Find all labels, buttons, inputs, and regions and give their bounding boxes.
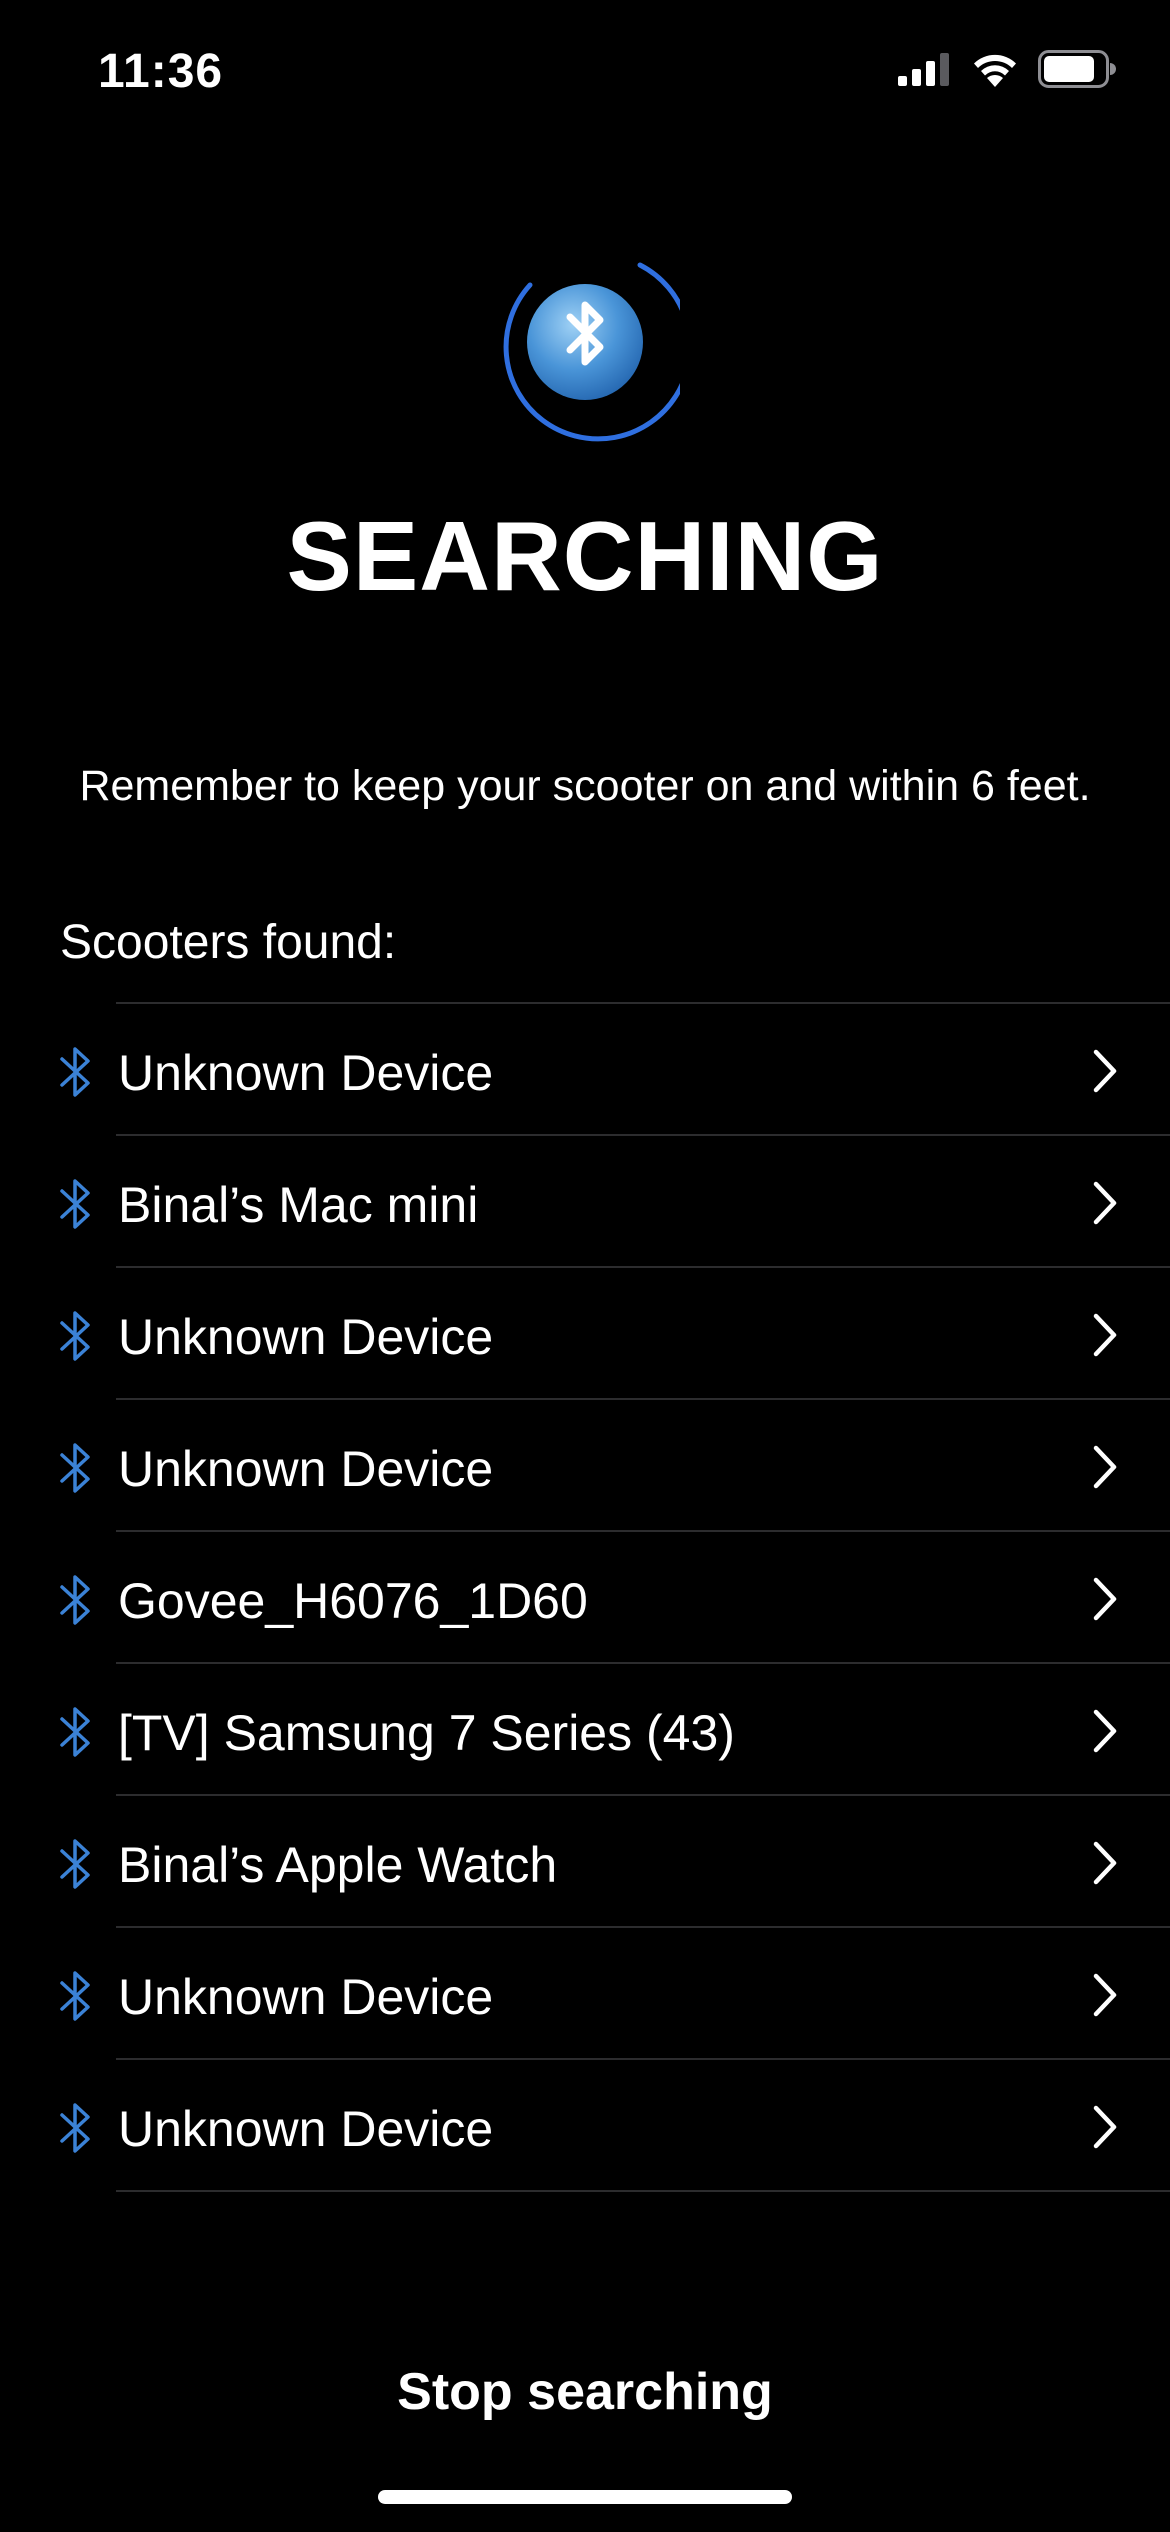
device-row[interactable]: Govee_H6076_1D60 — [0, 1532, 1170, 1664]
chevron-right-icon — [1093, 1841, 1117, 1885]
page-title: SEARCHING — [286, 501, 884, 611]
bluetooth-search-icon — [503, 262, 680, 442]
device-row[interactable]: Binal’s Apple Watch — [0, 1796, 1170, 1928]
device-name: Unknown Device — [118, 1441, 494, 1497]
device-name: [TV] Samsung 7 Series (43) — [118, 1705, 735, 1761]
device-list[interactable]: [TV] Samsung 7 Series (50) Unknown Device… — [0, 992, 1170, 2264]
bluetooth-icon — [60, 1707, 90, 1757]
device-name: Govee_H6076_1D60 — [118, 1573, 588, 1629]
bluetooth-icon — [60, 1971, 90, 2021]
home-indicator[interactable] — [378, 2490, 792, 2504]
device-list-content: [TV] Samsung 7 Series (50) Unknown Device… — [0, 992, 1170, 2192]
device-name: Unknown Device — [118, 1045, 494, 1101]
device-row[interactable]: Unknown Device — [0, 1400, 1170, 1532]
device-row[interactable]: Binal’s Mac mini — [0, 1136, 1170, 1268]
chevron-right-icon — [1093, 1313, 1117, 1357]
row-divider — [116, 2190, 1170, 2192]
status-icons — [898, 50, 1116, 88]
device-row[interactable]: Unknown Device — [0, 1928, 1170, 2060]
bluetooth-icon — [60, 1047, 90, 1097]
stop-searching-button[interactable]: Stop searching — [0, 2362, 1170, 2422]
device-row[interactable]: Unknown Device — [0, 1268, 1170, 1400]
chevron-right-icon — [1093, 1709, 1117, 1753]
chevron-right-icon — [1093, 1577, 1117, 1621]
scooters-found-label: Scooters found: — [60, 916, 397, 969]
chevron-right-icon — [1093, 1445, 1117, 1489]
bluetooth-icon — [60, 1179, 90, 1229]
bluetooth-icon — [60, 1839, 90, 1889]
device-row[interactable]: Unknown Device — [0, 1004, 1170, 1136]
device-row[interactable]: [TV] Samsung 7 Series (50) — [0, 992, 1170, 1004]
cellular-signal-icon — [898, 53, 949, 86]
chevron-right-icon — [1093, 1973, 1117, 2017]
instructions-text: Remember to keep your scooter on and wit… — [79, 762, 1091, 810]
battery-icon — [1038, 50, 1116, 88]
status-time: 11:36 — [98, 45, 224, 98]
device-row[interactable]: [TV] Samsung 7 Series (43) — [0, 1664, 1170, 1796]
device-name: Binal’s Apple Watch — [118, 1837, 558, 1893]
status-bar: 11:36 — [0, 0, 1170, 150]
device-name: Unknown Device — [118, 1969, 494, 2025]
device-name: Binal’s Mac mini — [118, 1177, 479, 1233]
device-name: Unknown Device — [118, 1309, 494, 1365]
bluetooth-icon — [60, 1311, 90, 1361]
bluetooth-icon — [60, 1575, 90, 1625]
wifi-icon — [974, 54, 1016, 87]
bluetooth-icon — [60, 2103, 90, 2153]
device-row[interactable]: Unknown Device — [0, 2060, 1170, 2192]
chevron-right-icon — [1093, 2105, 1117, 2149]
chevron-right-icon — [1093, 1049, 1117, 1093]
device-name: Unknown Device — [118, 2101, 494, 2157]
bluetooth-icon — [60, 1443, 90, 1493]
chevron-right-icon — [1093, 1181, 1117, 1225]
